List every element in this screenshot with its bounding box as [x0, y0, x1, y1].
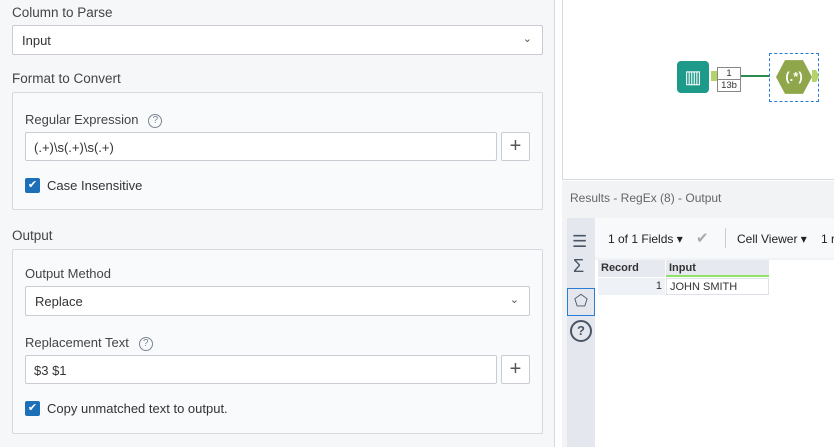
regex-label: Regular Expression?	[25, 112, 163, 128]
help-icon[interactable]: ?	[138, 337, 153, 351]
copy-unmatched-label: Copy unmatched text to output.	[47, 401, 228, 416]
results-title: Results - RegEx (8) - Output	[570, 191, 722, 205]
regex-label-text: Regular Expression	[25, 112, 139, 127]
record-count-badge: 1 13b	[717, 67, 741, 92]
output-method-select[interactable]: Replace ⌄	[25, 286, 530, 316]
output-method-label: Output Method	[25, 266, 111, 281]
column-header-input[interactable]: Input	[666, 260, 769, 277]
checkmark-icon: ✔	[25, 401, 40, 416]
copy-unmatched-checkbox[interactable]: ✔ Copy unmatched text to output.	[25, 401, 228, 416]
checkmark-icon: ✔	[25, 178, 40, 193]
cell-viewer-label: Cell Viewer	[737, 232, 798, 246]
column-to-parse-select[interactable]: Input ⌄	[12, 25, 543, 55]
data-size: 13b	[721, 80, 737, 91]
results-toolbar: 1 of 1 Fields ▾ ✔ Cell Viewer ▾ 1 r	[595, 218, 834, 258]
cell-input[interactable]: JOHN SMITH	[666, 278, 769, 295]
format-heading: Format to Convert	[12, 71, 121, 86]
case-insensitive-label: Case Insensitive	[47, 178, 143, 193]
regex-add-button[interactable]: +	[501, 132, 530, 161]
connection-line	[741, 75, 770, 77]
record-count: 1	[718, 68, 740, 80]
column-select-value: Input	[22, 33, 51, 48]
table-view-icon[interactable]: ☰	[572, 232, 587, 252]
tag-icon[interactable]: ⬠	[567, 288, 595, 316]
results-sidebar: ☰ Σ ⬠ ?	[567, 218, 595, 447]
regex-input[interactable]: (.+)\s(.+)\s(.+)	[25, 132, 497, 161]
replacement-add-button[interactable]: +	[501, 355, 530, 384]
column-header-record[interactable]: Record	[598, 260, 665, 277]
replacement-input[interactable]: $3 $1	[25, 355, 497, 384]
chevron-down-icon: ⌄	[509, 294, 519, 306]
replacement-label-text: Replacement Text	[25, 335, 129, 350]
cell-viewer-dropdown[interactable]: Cell Viewer ▾	[737, 232, 807, 246]
case-insensitive-checkbox[interactable]: ✔ Case Insensitive	[25, 178, 142, 193]
config-panel: Column to Parse Input ⌄ Format to Convert…	[0, 0, 555, 447]
fields-dropdown[interactable]: 1 of 1 Fields ▾	[608, 232, 683, 246]
chevron-down-icon: ⌄	[522, 33, 532, 45]
workflow-canvas[interactable]: ▥ 1 13b (.*)	[562, 0, 834, 180]
output-heading: Output	[12, 228, 53, 243]
help-icon[interactable]: ?	[570, 320, 592, 342]
input-tool-book-icon[interactable]: ▥	[677, 61, 709, 93]
help-icon[interactable]: ?	[148, 114, 163, 128]
replacement-label: Replacement Text?	[25, 335, 153, 351]
record-info: 1 r	[821, 232, 834, 246]
results-grid: Record Input 1 JOHN SMITH	[595, 260, 834, 447]
column-to-parse-heading: Column to Parse	[12, 5, 113, 20]
summary-sigma-icon[interactable]: Σ	[573, 256, 584, 277]
output-method-value: Replace	[35, 294, 83, 309]
toolbar-divider	[725, 228, 726, 248]
results-panel: Results - RegEx (8) - Output ☰ Σ ⬠ ? 1 o…	[562, 181, 834, 447]
apply-check-icon[interactable]: ✔	[696, 229, 709, 247]
fields-label: 1 of 1 Fields	[608, 232, 674, 246]
cell-record: 1	[598, 278, 665, 295]
